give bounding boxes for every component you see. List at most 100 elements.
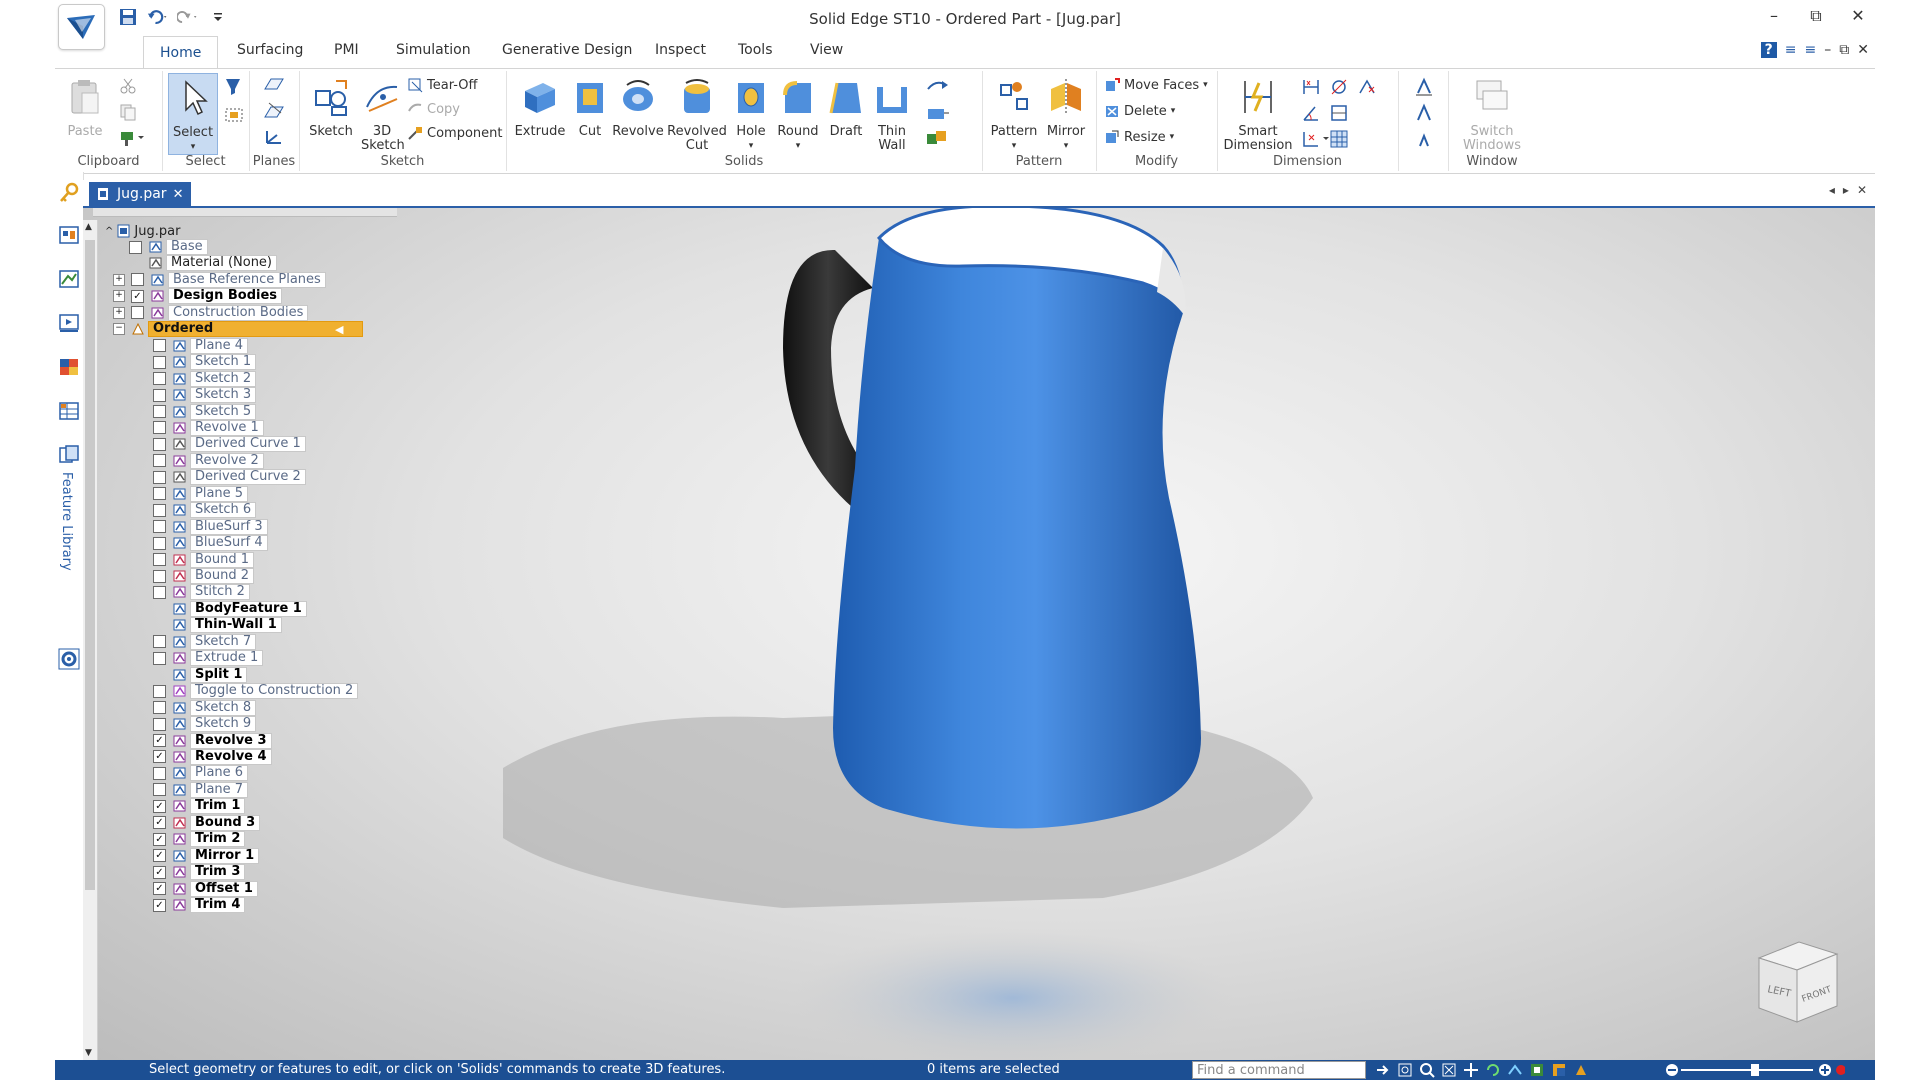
tree-item[interactable]: Derived Curve 1	[153, 436, 306, 453]
zoom-slider[interactable]	[1665, 1063, 1845, 1077]
feature-library-icon[interactable]	[58, 444, 80, 466]
tree-item[interactable]: − Ordered ◀	[113, 321, 363, 338]
tree-item[interactable]: Plane 6	[153, 765, 249, 782]
tree-item[interactable]: Revolve 1	[153, 419, 264, 436]
tab-generative-design[interactable]: Generative Design	[502, 42, 632, 58]
sensors-icon[interactable]	[58, 312, 80, 334]
visibility-checkbox[interactable]	[153, 635, 166, 649]
doc-minimize-button[interactable]: –	[1824, 42, 1831, 58]
tree-item[interactable]: ✓ Trim 3	[153, 864, 246, 881]
close-tab-icon[interactable]: ✕	[173, 187, 184, 202]
hole-button[interactable]: Hole ▾	[730, 77, 772, 153]
tree-item[interactable]: Extrude 1	[153, 650, 264, 667]
scroll-thumb[interactable]	[85, 240, 95, 890]
visibility-checkbox[interactable]	[153, 717, 166, 731]
tree-item[interactable]: Derived Curve 2	[153, 469, 306, 486]
jug-body[interactable]	[833, 238, 1201, 829]
graphics-viewport[interactable]: ▲ ▼ ^ Jug.par Base Material (None) + Base R…	[83, 208, 1875, 1060]
tree-item[interactable]: Plane 7	[153, 781, 249, 798]
visibility-checkbox[interactable]: ✓	[153, 898, 166, 912]
rotate-icon[interactable]	[1485, 1062, 1501, 1078]
visibility-checkbox[interactable]	[153, 701, 166, 715]
zoom-area-icon[interactable]	[1397, 1062, 1413, 1078]
tab-scroll-right-icon[interactable]: ▸	[1843, 183, 1849, 197]
visibility-checkbox[interactable]	[153, 454, 166, 468]
tree-item[interactable]: ✓ Revolve 3	[153, 732, 272, 749]
tab-pmi[interactable]: PMI	[334, 42, 359, 58]
tree-item[interactable]: Bound 2	[153, 568, 255, 584]
angular-coordinate-icon[interactable]	[1329, 103, 1349, 123]
angled-plane-icon[interactable]	[263, 101, 285, 121]
zoom-slider-thumb[interactable]	[1751, 1064, 1759, 1076]
tree-item[interactable]: Plane 5	[153, 485, 249, 502]
tab-home[interactable]: Home	[143, 36, 219, 69]
tree-item[interactable]: Sketch 7	[153, 633, 257, 650]
render-icon[interactable]	[1573, 1062, 1589, 1078]
expand-icon[interactable]: +	[113, 273, 125, 286]
color-manager-icon[interactable]	[58, 356, 80, 378]
visibility-checkbox[interactable]	[153, 569, 166, 583]
increase-font-icon[interactable]	[1414, 103, 1434, 123]
command-finder-input[interactable]: Find a command	[1192, 1061, 1366, 1079]
arrow-icon[interactable]	[1375, 1062, 1391, 1078]
commands-icon[interactable]: ≡	[1785, 42, 1797, 58]
paste-button[interactable]: Paste	[63, 77, 107, 139]
add-body-icon[interactable]	[924, 129, 950, 149]
relate-icon[interactable]	[1357, 77, 1377, 97]
visibility-checkbox[interactable]	[153, 651, 166, 665]
view-style-icon[interactable]	[1551, 1062, 1567, 1078]
visibility-checkbox[interactable]	[153, 437, 166, 451]
visibility-checkbox[interactable]	[153, 520, 166, 534]
expand-icon[interactable]: +	[113, 290, 125, 303]
options-icon[interactable]: ≡	[1805, 42, 1817, 58]
tree-item[interactable]: + ✓ Design Bodies	[113, 288, 283, 305]
tree-item[interactable]: + Construction Bodies	[113, 304, 309, 321]
visibility-checkbox[interactable]	[153, 684, 166, 698]
tab-close-all-icon[interactable]: ✕	[1857, 183, 1867, 197]
select-filter-icon[interactable]	[224, 77, 244, 97]
restore-button[interactable]: ⧉	[1805, 6, 1827, 26]
minimize-button[interactable]: –	[1763, 6, 1785, 26]
visibility-checkbox[interactable]: ✓	[153, 816, 166, 830]
settings-gear-icon[interactable]	[58, 648, 80, 670]
tree-item[interactable]: + Base Reference Planes	[113, 271, 326, 288]
tree-item[interactable]: Base	[129, 239, 208, 255]
select-button[interactable]: Select ▾	[168, 73, 218, 155]
visibility-checkbox[interactable]	[153, 421, 166, 435]
visibility-checkbox[interactable]	[153, 585, 166, 599]
tree-item[interactable]: Plane 4	[153, 337, 249, 354]
move-faces-button[interactable]: Move Faces ▾	[1104, 77, 1208, 93]
switch-windows-button[interactable]: Switch Windows	[1458, 77, 1526, 153]
copy-sketch-button[interactable]: Copy	[407, 101, 460, 117]
view-cube[interactable]: LEFT FRONT	[1751, 936, 1843, 1028]
tree-item[interactable]: Material (None)	[129, 255, 278, 272]
tab-view[interactable]: View	[810, 42, 843, 58]
tree-item[interactable]: BodyFeature 1	[153, 600, 307, 617]
visibility-checkbox[interactable]	[153, 372, 166, 386]
zoom-icon[interactable]	[1419, 1062, 1435, 1078]
draft-button[interactable]: Draft	[824, 77, 868, 139]
tree-item[interactable]: ✓ Trim 4	[153, 897, 246, 913]
3d-sketch-button[interactable]: 3D Sketch	[361, 77, 405, 153]
visibility-checkbox[interactable]: ✓	[153, 865, 166, 879]
sketch-button[interactable]: Sketch	[307, 77, 355, 139]
tree-item[interactable]: ✓ Revolve 4	[153, 748, 272, 765]
variable-table-icon[interactable]	[58, 400, 80, 422]
tree-item[interactable]: Sketch 2	[153, 370, 257, 387]
select-box-icon[interactable]	[224, 105, 244, 125]
tree-item[interactable]: Sketch 8	[153, 699, 257, 716]
text-style-icon[interactable]	[1414, 77, 1434, 97]
tree-item[interactable]: Bound 1	[153, 551, 255, 568]
pattern-button[interactable]: Pattern ▾	[986, 77, 1042, 153]
visibility-checkbox[interactable]	[153, 553, 166, 567]
tree-item[interactable]: Stitch 2	[153, 584, 250, 601]
coincident-plane-icon[interactable]	[263, 75, 285, 95]
library-icon[interactable]	[58, 224, 80, 246]
tree-item[interactable]: BlueSurf 3	[153, 518, 268, 535]
tab-tools[interactable]: Tools	[738, 42, 773, 58]
thicken-icon[interactable]	[924, 103, 950, 123]
delete-button[interactable]: Delete ▾	[1104, 103, 1175, 119]
tree-root[interactable]: ^ Jug.par	[105, 223, 180, 239]
tree-item[interactable]: ✓ Trim 1	[153, 798, 246, 815]
copy-clip-icon[interactable]	[119, 103, 137, 121]
